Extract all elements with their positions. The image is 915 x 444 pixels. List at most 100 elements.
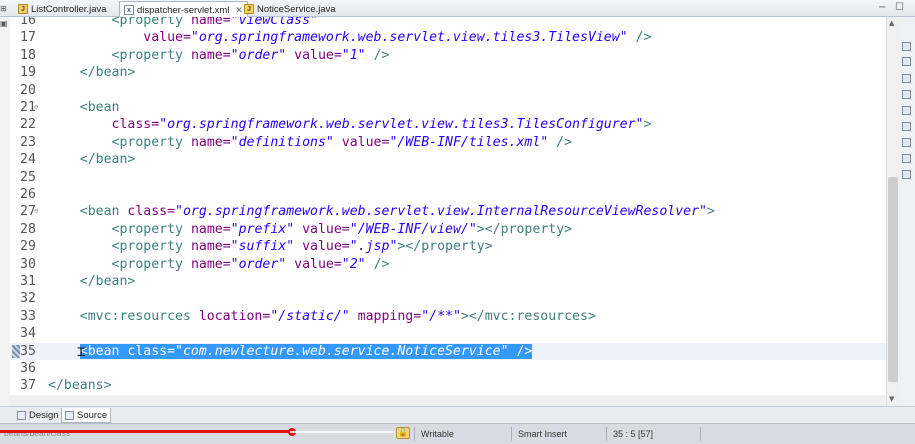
code-text[interactable]: <property name="order" value="2" /> (48, 256, 390, 273)
code-line[interactable]: 23 <property name="definitions" value="/… (10, 134, 886, 151)
code-line[interactable]: 16 <property name="viewClass" (10, 17, 886, 29)
code-line[interactable]: 19 </bean> (10, 64, 886, 81)
xml-source-editor[interactable]: 16 <property name="viewClass" 17 value="o… (10, 17, 886, 407)
line-number: 24 (20, 152, 36, 168)
horizontal-scrollbar[interactable] (10, 395, 886, 406)
scroll-down-arrow-icon[interactable]: ▼ (889, 395, 894, 403)
java-file-icon: J (244, 4, 254, 14)
task-list-icon[interactable] (902, 57, 911, 66)
code-text[interactable] (48, 82, 80, 99)
code-text[interactable] (48, 186, 80, 203)
code-line[interactable]: 34 (10, 325, 886, 342)
code-text[interactable] (48, 290, 80, 307)
status-divider (414, 427, 415, 441)
code-text[interactable]: value="org.springframework.web.servlet.v… (48, 29, 651, 46)
tab-design[interactable]: Design (14, 408, 62, 423)
source-tab-icon (65, 410, 74, 420)
fold-toggle-icon[interactable]: ⊖ (34, 99, 38, 116)
properties-view-icon[interactable] (902, 154, 911, 163)
code-text[interactable]: <property name="prefix" value="/WEB-INF/… (48, 221, 573, 238)
line-number: 31 (20, 274, 36, 289)
insert-mode-status: Smart Insert (518, 429, 568, 439)
code-text[interactable]: class="org.springframework.web.servlet.v… (48, 116, 652, 133)
cursor-position-status: 35 : 5 [57] (613, 429, 654, 439)
code-line[interactable]: 33 <mvc:resources location="/static/" ma… (10, 308, 886, 325)
code-line[interactable]: 20 (10, 82, 886, 99)
code-text[interactable]: <property name="suffix" value=".jsp"></p… (48, 238, 493, 255)
line-number: 19 (20, 65, 36, 81)
code-text[interactable]: <bean (48, 99, 120, 116)
video-progress-bar[interactable] (0, 430, 293, 433)
video-buffer-track (290, 431, 395, 433)
editor-tab-bar: J ListController.java x dispatcher-servl… (0, 0, 915, 18)
code-line[interactable]: 28 <property name="prefix" value="/WEB-I… (10, 221, 886, 238)
left-tool-strip: ⊞ ▣ (0, 4, 10, 407)
right-tool-strip (899, 17, 915, 407)
text-cursor-icon: ⌶ (77, 343, 86, 360)
problems-view-icon[interactable] (902, 90, 911, 99)
code-line[interactable]: 31 </bean> (10, 273, 886, 290)
code-line[interactable]: 29 <property name="suffix" value=".jsp">… (10, 238, 886, 255)
line-number: 16 (20, 17, 36, 28)
line-number: 37 (20, 378, 36, 394)
scroll-up-arrow-icon[interactable]: ▲ (889, 19, 894, 27)
code-line[interactable]: 35 <bean class="com.newlecture.web.servi… (10, 342, 886, 360)
code-text[interactable]: <bean class="org.springframework.web.ser… (48, 203, 715, 220)
code-text[interactable]: <property name="order" value="1" /> (48, 47, 390, 64)
code-line[interactable]: 30 <property name="order" value="2" /> (10, 256, 886, 273)
code-text[interactable]: <bean class="com.newlecture.web.service.… (48, 343, 533, 360)
tab-label: Source (77, 409, 108, 421)
code-line[interactable]: 17 value="org.springframework.web.servle… (10, 29, 886, 46)
editor-mode-tabs: Design Source (0, 406, 915, 423)
minimize-button[interactable]: − (878, 2, 886, 13)
fold-toggle-icon[interactable]: ⊖ (34, 203, 38, 220)
code-text[interactable]: </bean> (48, 151, 136, 168)
servers-view-icon[interactable] (902, 106, 911, 115)
package-icon[interactable]: ▣ (0, 19, 8, 28)
code-text[interactable]: </bean> (48, 64, 136, 81)
code-text[interactable]: <property name="definitions" value="/WEB… (48, 134, 573, 151)
code-line[interactable]: 36 (10, 360, 886, 377)
code-line[interactable]: 26 (10, 186, 886, 203)
outline-view-icon[interactable] (902, 42, 911, 51)
progress-view-icon[interactable] (902, 138, 911, 147)
line-number: 34 (20, 326, 36, 342)
toolbar-icon[interactable]: ⊞ (0, 4, 7, 13)
code-line[interactable]: 25 (10, 169, 886, 186)
code-text[interactable]: </bean> (48, 273, 136, 290)
code-line[interactable]: 27 ⊖ <bean class="org.springframework.web… (10, 203, 886, 220)
code-text[interactable]: <property name="viewClass" (48, 17, 318, 29)
code-text[interactable]: </beans> (48, 377, 112, 394)
code-line[interactable]: 21 ⊖ <bean (10, 99, 886, 116)
history-view-icon[interactable] (902, 170, 911, 179)
design-tab-icon (17, 411, 26, 420)
code-text[interactable]: <mvc:resources location="/static/" mappi… (48, 308, 596, 325)
lock-icon: 🔓 (396, 427, 410, 439)
code-line[interactable]: 22 class="org.springframework.web.servle… (10, 116, 886, 133)
line-number: 17 (20, 30, 36, 46)
code-line[interactable]: 32 (10, 290, 886, 307)
line-number: 18 (20, 47, 36, 63)
vertical-scroll-thumb[interactable] (888, 177, 898, 382)
vertical-scrollbar[interactable]: ▲ ▼ (886, 17, 899, 407)
search-view-icon[interactable] (902, 122, 911, 131)
line-number: 33 (20, 308, 36, 324)
java-file-icon: J (18, 4, 28, 14)
selected-text[interactable]: <bean class="com.newlecture.web.service.… (79, 343, 533, 359)
tab-dispatcher-servlet[interactable]: x dispatcher-servlet.xml ✕ (119, 1, 248, 18)
code-text[interactable] (48, 360, 80, 377)
status-divider (511, 427, 512, 441)
tab-source[interactable]: Source (61, 408, 112, 423)
tab-list-controller[interactable]: J ListController.java (14, 1, 111, 17)
code-line[interactable]: 37 </beans> (10, 377, 886, 394)
current-line-marker-icon (12, 344, 20, 358)
tab-label: Design (29, 410, 59, 421)
code-text[interactable] (48, 169, 80, 186)
status-bar: beans/bean/class 🔓 Writable Smart Insert… (0, 423, 915, 444)
console-view-icon[interactable] (902, 74, 911, 83)
code-line[interactable]: 24 </bean> (10, 151, 886, 168)
tab-notice-service[interactable]: J NoticeService.java (240, 1, 340, 17)
code-text[interactable] (48, 325, 80, 342)
maximize-button[interactable]: ☐ (895, 2, 904, 13)
code-line[interactable]: 18 <property name="order" value="1" /> (10, 47, 886, 64)
